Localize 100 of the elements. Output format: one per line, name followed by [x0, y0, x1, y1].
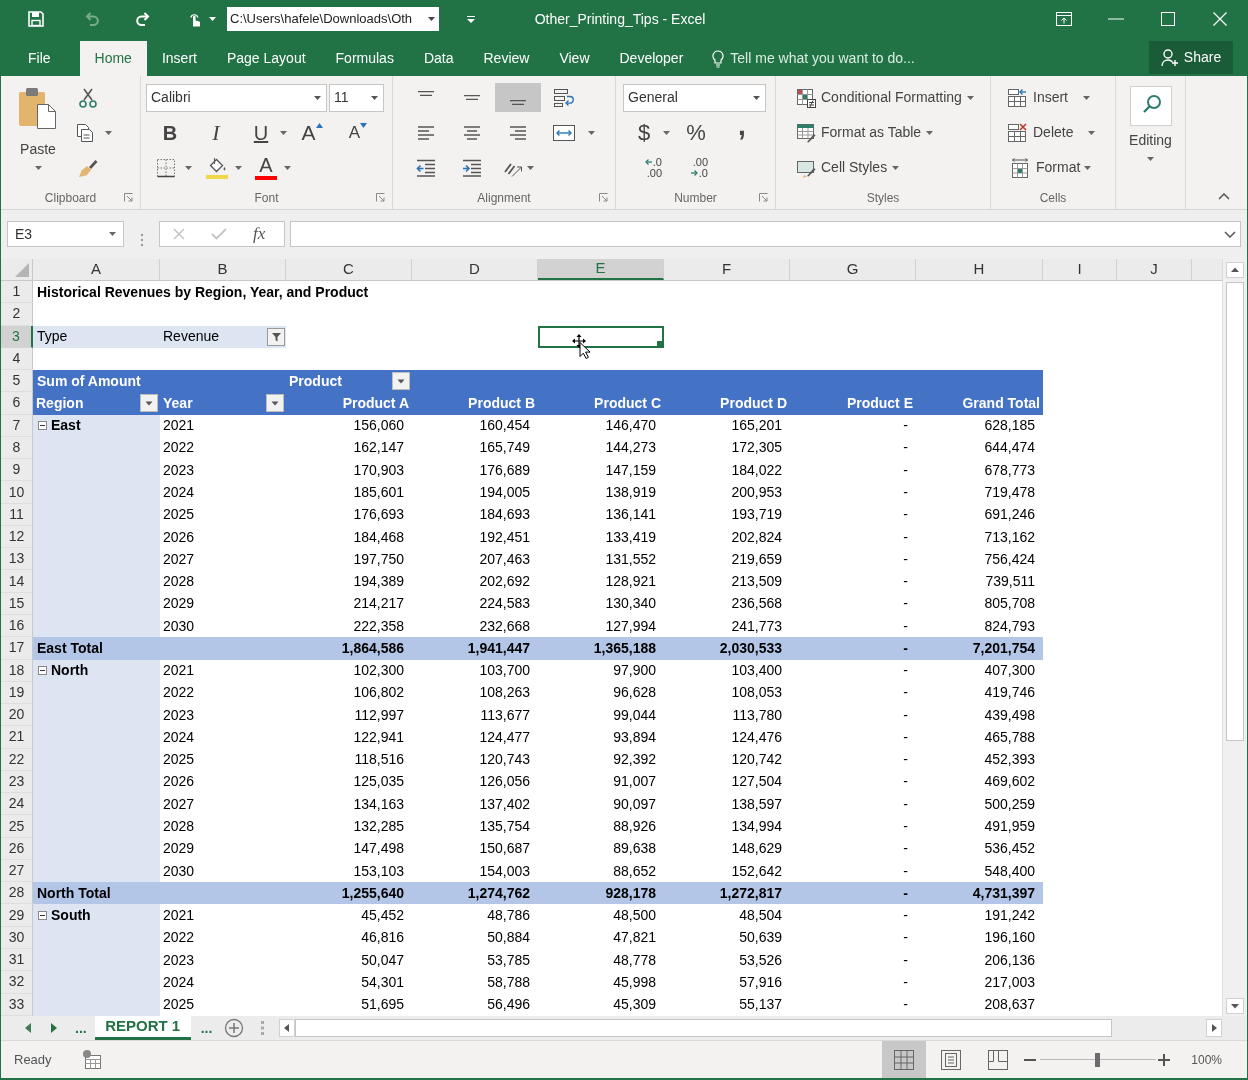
column-header[interactable]: J — [1117, 259, 1192, 280]
ribbon-tab[interactable]: Page Layout — [211, 41, 321, 76]
dialog-launcher-icon[interactable] — [599, 193, 608, 202]
currency-button[interactable]: $ — [636, 118, 652, 147]
row-header[interactable]: 4 — [1, 347, 33, 371]
column-header[interactable]: A — [33, 259, 160, 280]
caret-icon[interactable] — [105, 130, 112, 135]
row-header[interactable]: 20 — [1, 704, 33, 727]
customize-caret-icon[interactable] — [467, 15, 475, 23]
dropdown-icon[interactable] — [140, 394, 158, 413]
maximize-icon[interactable] — [1161, 12, 1175, 26]
more-sheets-button[interactable]: ... — [200, 1017, 213, 1039]
column-header[interactable]: E — [538, 259, 664, 280]
grow-font-button[interactable]: A — [299, 118, 325, 147]
percent-button[interactable]: % — [685, 118, 707, 147]
copy-icon[interactable] — [76, 122, 94, 143]
caret-icon[interactable] — [185, 165, 192, 170]
row-header[interactable]: 21 — [1, 726, 33, 749]
wrap-text-icon[interactable] — [553, 87, 575, 108]
number-format-combobox[interactable]: General — [623, 83, 766, 112]
delete-button[interactable]: Delete — [1007, 118, 1096, 147]
underline-button[interactable]: U — [249, 118, 273, 147]
row-header[interactable]: 6 — [1, 392, 33, 415]
dropdown-icon[interactable] — [266, 394, 284, 413]
scrollbar-thumb[interactable] — [1226, 282, 1244, 741]
add-sheet-icon[interactable] — [224, 1018, 245, 1038]
splitter-handle-icon[interactable] — [261, 1021, 265, 1035]
path-combobox[interactable]: C:\Users\hafele\Downloads\Oth — [227, 7, 439, 31]
ribbon-display-icon[interactable] — [1056, 12, 1072, 26]
previous-sheet-icon[interactable] — [25, 1023, 31, 1033]
ribbon-tab[interactable]: Data — [408, 41, 469, 76]
align-left-icon[interactable] — [417, 124, 435, 141]
ribbon-tab[interactable]: Formulas — [320, 41, 409, 76]
row-header[interactable]: 25 — [1, 815, 33, 838]
zoom-slider[interactable] — [1040, 1052, 1157, 1067]
format-button[interactable]: Format — [1010, 153, 1092, 182]
dialog-launcher-icon[interactable] — [124, 193, 133, 202]
filter-icon[interactable] — [267, 327, 285, 346]
row-header[interactable]: 7 — [1, 414, 33, 437]
active-cell[interactable] — [538, 325, 664, 348]
decrease-indent-icon[interactable] — [416, 158, 436, 177]
caret-icon[interactable] — [235, 165, 242, 170]
align-center-icon[interactable] — [463, 124, 481, 141]
shrink-font-button[interactable]: A — [345, 118, 371, 147]
zoom-out-icon[interactable] — [1024, 1058, 1037, 1061]
collapse-icon[interactable] — [38, 666, 47, 676]
row-header[interactable]: 8 — [1, 436, 33, 460]
column-header[interactable]: F — [664, 259, 790, 280]
ribbon-tab[interactable]: File — [13, 41, 66, 76]
caret-icon[interactable] — [284, 165, 291, 170]
scroll-up-icon[interactable] — [1226, 262, 1244, 278]
row-header[interactable]: 13 — [1, 548, 33, 571]
increase-decimal-button[interactable]: .0 .00 — [636, 153, 662, 182]
row-header[interactable]: 9 — [1, 459, 33, 482]
paintbrush-icon[interactable] — [78, 157, 98, 178]
name-box[interactable]: E3 — [7, 221, 124, 247]
share-button[interactable]: Share — [1149, 41, 1233, 74]
row-header[interactable]: 29 — [1, 904, 33, 927]
caret-icon[interactable] — [588, 130, 595, 135]
macro-record-icon[interactable] — [81, 1049, 102, 1070]
row-header[interactable]: 31 — [1, 948, 33, 972]
borders-icon[interactable] — [156, 157, 176, 178]
scrollbar-thumb[interactable] — [295, 1019, 1113, 1037]
column-header[interactable]: C — [286, 259, 412, 280]
insert-function-button[interactable]: fx — [253, 221, 266, 247]
row-header[interactable]: 11 — [1, 503, 33, 526]
row-header[interactable]: 2 — [1, 303, 33, 326]
collapse-icon[interactable] — [38, 911, 47, 921]
row-header[interactable]: 26 — [1, 837, 33, 860]
row-header[interactable]: 12 — [1, 525, 33, 549]
insert-button[interactable]: Insert — [1007, 83, 1090, 112]
row-header[interactable]: 17 — [1, 637, 33, 660]
row-header[interactable]: 1 — [1, 281, 33, 304]
zoom-slider-thumb[interactable] — [1094, 1052, 1100, 1067]
cell-styles-button[interactable]: Cell Styles — [796, 153, 900, 182]
row-header[interactable]: 23 — [1, 770, 33, 794]
hand-pointer-icon[interactable] — [187, 11, 203, 27]
ribbon-tab[interactable]: Home — [79, 41, 147, 76]
font-name-combobox[interactable]: Calibri — [146, 83, 327, 112]
row-header[interactable]: 28 — [1, 882, 33, 905]
scroll-right-icon[interactable] — [1206, 1019, 1222, 1037]
editing-button[interactable]: Editing — [1116, 86, 1185, 161]
scroll-down-icon[interactable] — [1226, 998, 1244, 1014]
dropdown-icon[interactable] — [392, 372, 410, 391]
increase-indent-icon[interactable] — [462, 158, 482, 177]
caret-icon[interactable] — [527, 165, 534, 170]
close-icon[interactable] — [1213, 12, 1227, 26]
row-header[interactable]: 16 — [1, 615, 33, 638]
align-bottom-button[interactable] — [495, 83, 541, 112]
vertical-dots-icon[interactable] — [140, 233, 144, 247]
collapse-icon[interactable] — [38, 421, 47, 431]
column-header[interactable]: H — [916, 259, 1043, 280]
merge-cells-icon[interactable] — [552, 123, 576, 142]
comma-style-button[interactable]: , — [735, 118, 749, 147]
row-header[interactable]: 24 — [1, 793, 33, 816]
font-color-button[interactable]: A — [254, 153, 278, 182]
next-sheet-icon[interactable] — [51, 1023, 57, 1033]
caret-icon[interactable] — [209, 17, 216, 21]
font-size-combobox[interactable]: 11 — [329, 83, 384, 112]
dialog-launcher-icon[interactable] — [759, 193, 768, 202]
